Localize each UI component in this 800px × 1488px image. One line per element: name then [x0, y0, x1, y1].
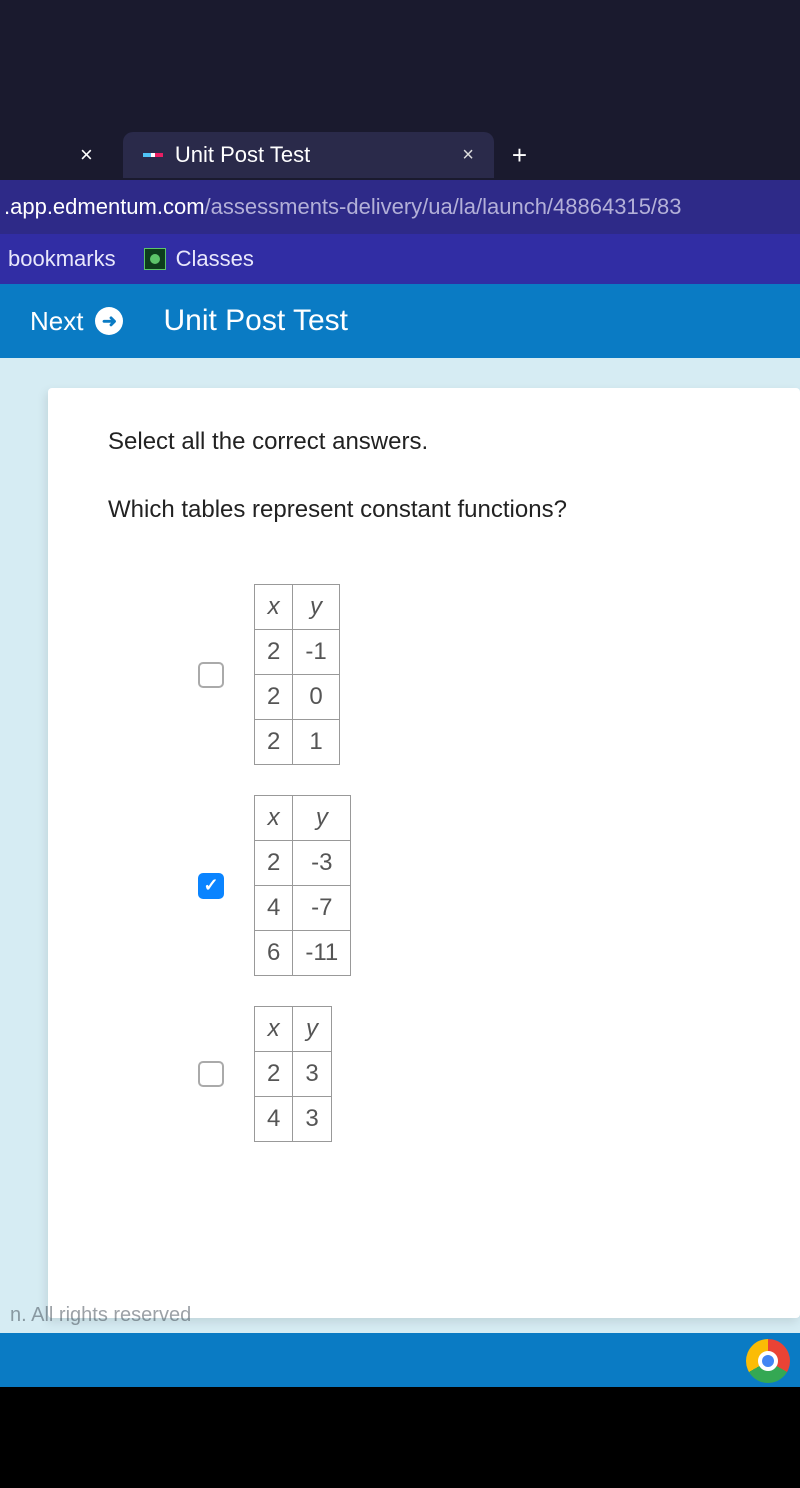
bottom-bar — [0, 1333, 800, 1387]
page-title: Unit Post Test — [163, 304, 348, 338]
cell: 3 — [293, 1097, 331, 1142]
question-card: Select all the correct answers. Which ta… — [48, 388, 800, 1318]
col-header: x — [255, 1007, 293, 1052]
tab-title: Unit Post Test — [175, 142, 310, 168]
cell: 6 — [255, 931, 293, 976]
checkbox-option-3[interactable] — [198, 1061, 224, 1087]
cell: 4 — [255, 1097, 293, 1142]
tab-favicon-icon — [143, 153, 163, 157]
content-area: Select all the correct answers. Which ta… — [0, 358, 800, 1333]
checkbox-option-2[interactable] — [198, 873, 224, 899]
col-header: x — [255, 796, 293, 841]
cell: 4 — [255, 886, 293, 931]
question-text: Which tables represent constant function… — [108, 496, 770, 524]
bookmark-classes[interactable]: Classes — [144, 246, 254, 272]
answer-option-1: xy 2-1 20 21 — [198, 584, 770, 765]
checkbox-option-1[interactable] — [198, 662, 224, 688]
arrow-right-icon: ➜ — [95, 307, 123, 335]
next-label: Next — [30, 306, 83, 337]
data-table-3: xy 23 43 — [254, 1006, 332, 1142]
cell: -1 — [293, 630, 339, 675]
chrome-icon[interactable] — [746, 1339, 790, 1383]
url-domain: .app.edmentum.com — [4, 194, 205, 219]
browser-tab-active[interactable]: Unit Post Test × — [123, 132, 494, 178]
footer-copyright: n. All rights reserved — [10, 1304, 191, 1327]
data-table-2: xy 2-3 4-7 6-11 — [254, 795, 351, 976]
answer-options: xy 2-1 20 21 xy 2-3 4-7 6-11 xy — [108, 584, 770, 1142]
classes-label: Classes — [176, 246, 254, 272]
browser-chrome: × Unit Post Test × + .app.edmentum.com/a… — [0, 0, 800, 284]
close-icon[interactable]: × — [80, 142, 93, 168]
question-instruction: Select all the correct answers. — [108, 428, 770, 456]
address-bar[interactable]: .app.edmentum.com/assessments-delivery/u… — [0, 180, 800, 234]
cell: 2 — [255, 630, 293, 675]
cell: 0 — [293, 675, 339, 720]
app-header: Next ➜ Unit Post Test — [0, 284, 800, 358]
classes-favicon-icon — [144, 248, 166, 270]
col-header: y — [293, 585, 339, 630]
cell: 3 — [293, 1052, 331, 1097]
data-table-1: xy 2-1 20 21 — [254, 584, 340, 765]
tab-bar: × Unit Post Test × + — [0, 130, 800, 180]
next-button[interactable]: Next ➜ — [30, 306, 123, 337]
cell: 2 — [255, 1052, 293, 1097]
url-path: /assessments-delivery/ua/la/launch/48864… — [205, 194, 682, 219]
bookmarks-label[interactable]: bookmarks — [8, 246, 116, 272]
cell: 2 — [255, 675, 293, 720]
cell: 2 — [255, 720, 293, 765]
cell: -3 — [293, 841, 351, 886]
col-header: y — [293, 796, 351, 841]
cell: 2 — [255, 841, 293, 886]
cell: -7 — [293, 886, 351, 931]
bookmarks-bar: bookmarks Classes — [0, 234, 800, 284]
col-header: y — [293, 1007, 331, 1052]
answer-option-2: xy 2-3 4-7 6-11 — [198, 795, 770, 976]
cell: -11 — [293, 931, 351, 976]
close-tab-icon[interactable]: × — [462, 144, 474, 167]
col-header: x — [255, 585, 293, 630]
new-tab-button[interactable]: + — [512, 140, 527, 171]
cell: 1 — [293, 720, 339, 765]
answer-option-3: xy 23 43 — [198, 1006, 770, 1142]
